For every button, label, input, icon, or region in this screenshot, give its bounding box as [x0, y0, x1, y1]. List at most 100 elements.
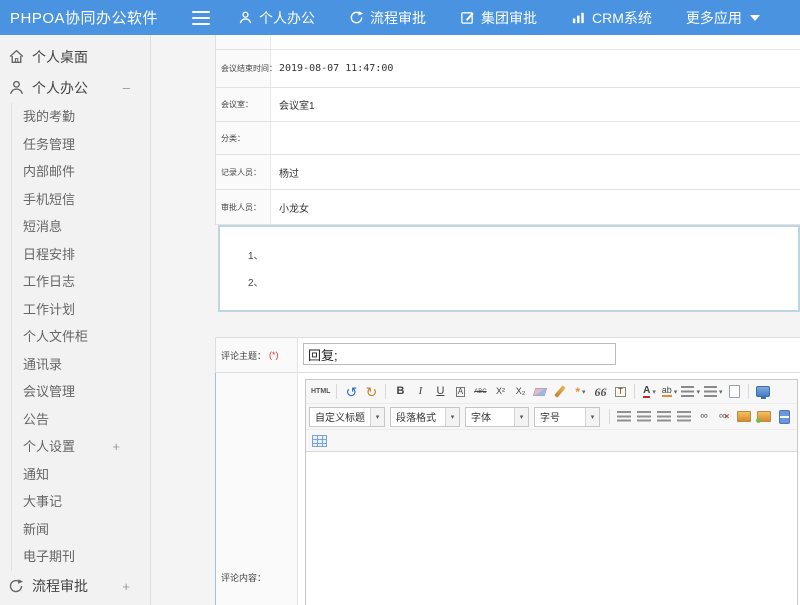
expand-toggle[interactable]: + [112, 433, 120, 461]
underline-button[interactable]: U [431, 383, 449, 401]
nav-crm[interactable]: CRM系统 [571, 8, 652, 28]
comment-subject-input[interactable] [303, 343, 616, 365]
sidebar-section-personal-office[interactable]: 个人办公 – [0, 72, 150, 103]
album-icon [757, 411, 771, 422]
app-title: PHPOA协同办公软件 [0, 7, 192, 28]
sidebar-item-task-management[interactable]: 任务管理 [12, 131, 150, 159]
sidebar-item-file-cabinet[interactable]: 个人文件柜 [12, 323, 150, 351]
new-document-button[interactable] [725, 383, 743, 401]
font-color-button[interactable]: A▾ [640, 383, 658, 401]
sidebar-item-personal-settings[interactable]: 个人设置+ [12, 433, 150, 461]
toolbar-separator [385, 384, 386, 399]
sidebar-item-schedule[interactable]: 日程安排 [12, 241, 150, 269]
highlight-color-button[interactable]: ab▾ [660, 383, 678, 401]
html-source-icon: HTML [311, 388, 330, 395]
image-album-button[interactable] [755, 408, 773, 426]
expand-toggle[interactable]: + [122, 579, 130, 594]
align-left-button[interactable] [615, 408, 633, 426]
align-left-icon [617, 411, 631, 422]
link-icon: ∞ [700, 411, 708, 422]
insert-table-button[interactable] [310, 432, 328, 450]
remove-link-button[interactable]: ∞× [715, 408, 733, 426]
meeting-detail-table: 会议结束时间： 2019-08-07 11:47:00 会议室： 会议室1 分类… [215, 35, 800, 225]
blockquote-button[interactable]: 66 [591, 383, 609, 401]
sidebar-item-announcement[interactable]: 公告 [12, 406, 150, 434]
home-icon [8, 48, 25, 65]
sidebar-item-work-log[interactable]: 工作日志 [12, 268, 150, 296]
sidebar-section-workflow-approval[interactable]: 流程审批 + [0, 571, 150, 602]
font-border-button[interactable]: A [451, 383, 469, 401]
strikethrough-icon: ABC [474, 389, 486, 395]
insert-image-button[interactable] [735, 408, 753, 426]
editor-toolbar-row2: 自定义标题▾ 段落格式▾ 字体▾ 字号▾ ∞ ∞× [306, 404, 797, 430]
sidebar-item-short-message[interactable]: 短消息 [12, 213, 150, 241]
italic-button[interactable]: I [411, 383, 429, 401]
sidebar-item-e-journal[interactable]: 电子期刊 [12, 543, 150, 571]
field-label: 记录人员： [216, 155, 271, 189]
blank-document-icon [729, 385, 740, 398]
font-size-select[interactable]: 字号▾ [534, 407, 600, 427]
superscript-button[interactable]: X² [491, 383, 509, 401]
align-center-icon [637, 411, 651, 422]
custom-heading-select[interactable]: 自定义标题▾ [309, 407, 385, 427]
ordered-list-button[interactable]: ▾ [680, 383, 701, 401]
undo-icon: ↺ [346, 385, 358, 399]
font-border-icon: A [456, 387, 465, 397]
caret-down-icon: ▾ [585, 408, 599, 426]
fullscreen-button[interactable] [754, 383, 772, 401]
table-row-meeting-room: 会议室： 会议室1 [216, 88, 800, 122]
field-label: 分类： [216, 122, 271, 154]
sidebar-item-notification[interactable]: 通知 [12, 461, 150, 489]
sidebar-item-work-plan[interactable]: 工作计划 [12, 296, 150, 324]
insert-link-button[interactable]: ∞ [695, 408, 713, 426]
paint-format-button[interactable]: *▾ [571, 383, 589, 401]
font-family-select[interactable]: 字体▾ [465, 407, 529, 427]
insert-media-button[interactable] [775, 408, 793, 426]
sidebar-item-meeting-management[interactable]: 会议管理 [12, 378, 150, 406]
subscript-icon: X₂ [516, 387, 526, 396]
sidebar-item-sms[interactable]: 手机短信 [12, 186, 150, 214]
strikethrough-button[interactable]: ABC [471, 383, 489, 401]
bold-button[interactable]: B [391, 383, 409, 401]
collapse-toggle[interactable]: – [123, 80, 130, 95]
undo-button[interactable]: ↺ [342, 383, 360, 401]
field-value [271, 122, 800, 154]
eraser-button[interactable] [531, 383, 549, 401]
paste-from-word-button[interactable]: T [611, 383, 629, 401]
unordered-list-button[interactable]: ▾ [703, 383, 724, 401]
sidebar-item-contacts[interactable]: 通讯录 [12, 351, 150, 379]
sidebar-item-news[interactable]: 新闻 [12, 516, 150, 544]
caret-down-icon: ▾ [719, 388, 723, 396]
align-right-button[interactable] [655, 408, 673, 426]
topbar: PHPOA协同办公软件 个人办公 流程审批 集团审批 CRM系统 更多应用 [0, 0, 800, 35]
nav-personal-office[interactable]: 个人办公 [238, 8, 315, 28]
sidebar-item-attendance[interactable]: 我的考勤 [12, 103, 150, 131]
caret-down-icon: ▾ [652, 388, 656, 396]
nav-more-apps[interactable]: 更多应用 [686, 8, 760, 28]
editor-content-area[interactable] [306, 452, 797, 605]
nav-workflow-approval[interactable]: 流程审批 [349, 8, 426, 28]
content-line: 2、 [248, 270, 798, 297]
align-justify-button[interactable] [675, 408, 693, 426]
hamburger-menu-icon[interactable] [192, 11, 210, 25]
field-label: 会议室： [216, 88, 271, 121]
align-center-button[interactable] [635, 408, 653, 426]
subscript-button[interactable]: X₂ [511, 383, 529, 401]
field-value: 2019-08-07 11:47:00 [271, 50, 800, 87]
table-row-meeting-end-time: 会议结束时间： 2019-08-07 11:47:00 [216, 50, 800, 88]
edit-square-icon [460, 10, 475, 25]
chevron-down-icon [750, 15, 760, 21]
sidebar-item-personal-desktop[interactable]: 个人桌面 [0, 41, 150, 72]
sidebar-item-events[interactable]: 大事记 [12, 488, 150, 516]
source-code-button[interactable]: HTML [310, 383, 331, 401]
field-label: 会议结束时间： [216, 50, 271, 87]
sidebar-item-internal-mail[interactable]: 内部邮件 [12, 158, 150, 186]
meeting-content-box: 1、 2、 [218, 225, 800, 312]
nav-group-approval[interactable]: 集团审批 [460, 8, 537, 28]
caret-down-icon: ▾ [582, 388, 586, 396]
field-value: 小龙女 [271, 190, 800, 224]
redo-button[interactable]: ↻ [362, 383, 380, 401]
paragraph-format-select[interactable]: 段落格式▾ [390, 407, 460, 427]
format-brush-button[interactable] [551, 383, 569, 401]
toolbar-separator [609, 409, 610, 424]
